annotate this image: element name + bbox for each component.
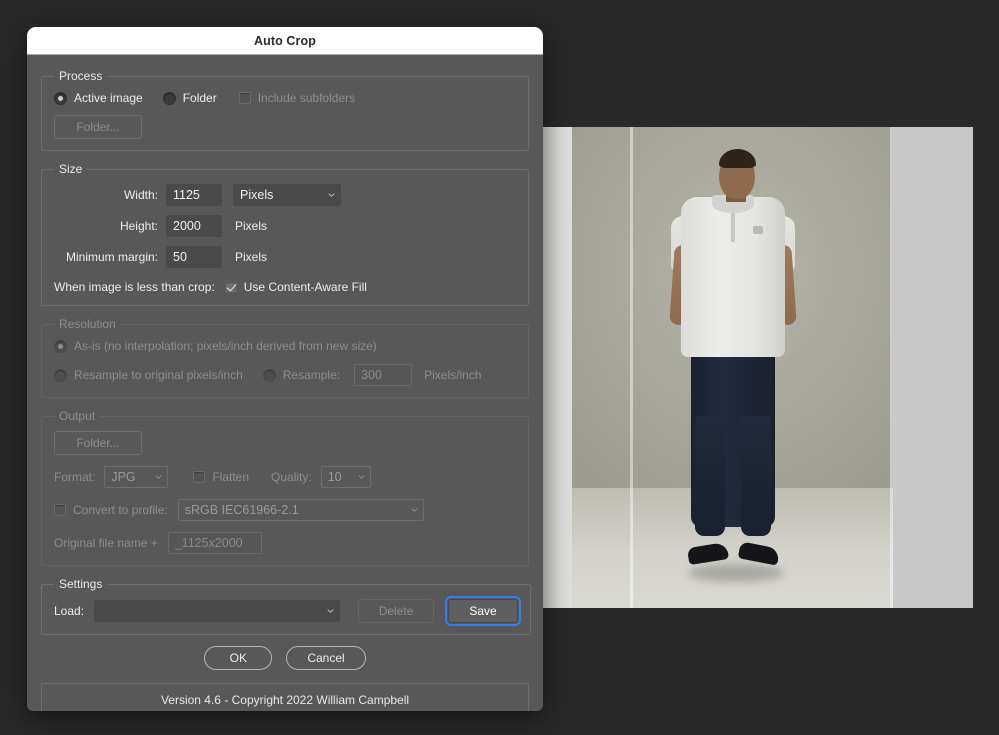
height-input[interactable] <box>166 215 222 237</box>
resolution-group: Resolution As-is (no interpolation; pixe… <box>41 317 529 398</box>
photoshop-workspace: Auto Crop Process Active image Folder In… <box>0 0 999 735</box>
format-select[interactable]: JPG <box>104 466 169 488</box>
ok-button[interactable]: OK <box>204 646 273 670</box>
version-footer: Version 4.6 - Copyright 2022 William Cam… <box>41 683 529 711</box>
canvas-right-fill-band <box>893 127 973 608</box>
output-folder-button[interactable]: Folder... <box>54 431 142 455</box>
settings-group: Settings Load: Delete Save <box>41 577 532 635</box>
radio-resolution-as-is-label: As-is (no interpolation; pixels/inch der… <box>74 339 377 353</box>
load-select[interactable] <box>94 600 341 622</box>
settings-legend: Settings <box>59 577 103 591</box>
when-less-than-crop-label: When image is less than crop: <box>54 280 215 294</box>
checkbox-flatten-label: Flatten <box>212 470 250 484</box>
resolution-legend: Resolution <box>59 317 116 331</box>
load-select-wrap[interactable] <box>94 600 341 622</box>
dialog-title: Auto Crop <box>254 33 316 48</box>
dialog-body: Process Active image Folder Include subf… <box>27 55 543 711</box>
checkbox-include-subfolders-mark <box>238 92 251 104</box>
cancel-button[interactable]: Cancel <box>286 646 366 670</box>
size-group: Size Width: Pixels Height: <box>41 162 529 306</box>
format-label: Format: <box>54 470 96 484</box>
checkbox-include-subfolders-label: Include subfolders <box>257 91 356 105</box>
radio-resolution-as-is[interactable]: As-is (no interpolation; pixels/inch der… <box>54 339 377 353</box>
original-file-name-label: Original file name + <box>54 536 158 550</box>
save-settings-button[interactable]: Save <box>445 596 522 626</box>
output-legend: Output <box>59 409 96 423</box>
radio-resample-label: Resample: <box>282 368 341 382</box>
process-folder-button[interactable]: Folder... <box>54 115 142 139</box>
checkbox-flatten[interactable]: Flatten <box>193 470 249 484</box>
auto-crop-dialog: Auto Crop Process Active image Folder In… <box>27 27 543 711</box>
size-height-row: Height: Pixels <box>54 215 516 237</box>
checkbox-content-aware-fill-label: Use Content-Aware Fill <box>243 280 367 294</box>
radio-folder[interactable]: Folder <box>162 91 217 105</box>
minimum-margin-input[interactable] <box>166 246 222 268</box>
canvas-left-fill-band <box>543 127 572 608</box>
checkbox-content-aware-fill[interactable]: Use Content-Aware Fill <box>224 280 367 294</box>
height-label: Height: <box>119 219 158 233</box>
process-folder-row: Folder... <box>54 115 516 139</box>
minimum-margin-unit-label: Pixels <box>235 250 268 264</box>
canvas-seam-left <box>630 127 633 608</box>
radio-resolution-as-is-mark <box>54 339 67 353</box>
size-margin-row: Minimum margin: Pixels <box>54 246 516 268</box>
resample-unit-label: Pixels/inch <box>424 368 482 382</box>
photoshop-document-canvas[interactable] <box>543 127 973 608</box>
profile-select-wrap[interactable]: sRGB IEC61966-2.1 <box>177 499 424 521</box>
checkbox-convert-to-profile-label: Convert to profile: <box>73 503 168 517</box>
quality-select[interactable]: 10 <box>320 466 371 488</box>
output-filename-row: Original file name + <box>54 532 516 554</box>
output-folder-row: Folder... <box>54 431 516 455</box>
canvas-photo-image <box>572 127 893 608</box>
size-legend: Size <box>59 162 83 176</box>
output-group: Output Folder... Format: JPG Flatten Qua… <box>41 409 529 566</box>
size-width-row: Width: Pixels <box>54 184 516 206</box>
radio-active-image-label: Active image <box>74 91 143 105</box>
width-unit-select[interactable]: Pixels <box>233 184 341 206</box>
resolution-resample-row: Resample to original pixels/inch Resampl… <box>54 364 516 386</box>
photo-model-figure <box>572 127 893 608</box>
output-format-row: Format: JPG Flatten Quality: 10 <box>54 466 516 488</box>
profile-select[interactable]: sRGB IEC61966-2.1 <box>177 499 424 521</box>
dialog-titlebar[interactable]: Auto Crop <box>27 27 543 55</box>
radio-active-image-mark <box>54 91 67 105</box>
process-group: Process Active image Folder Include subf… <box>41 69 529 151</box>
radio-resample-original-mark <box>54 368 67 382</box>
width-label: Width: <box>123 188 158 202</box>
dialog-actions: OK Cancel <box>41 646 529 670</box>
radio-resample-mark <box>262 368 276 382</box>
process-options-row: Active image Folder Include subfolders <box>54 91 516 105</box>
radio-folder-label: Folder <box>182 91 217 105</box>
output-profile-row: Convert to profile: sRGB IEC61966-2.1 <box>54 499 516 521</box>
radio-active-image[interactable]: Active image <box>54 91 143 105</box>
format-select-wrap[interactable]: JPG <box>104 466 169 488</box>
radio-resample-original-label: Resample to original pixels/inch <box>74 368 243 382</box>
quality-select-wrap[interactable]: 10 <box>320 466 371 488</box>
settings-load-row: Load: Delete Save <box>54 596 522 626</box>
quality-label: Quality: <box>271 470 312 484</box>
checkbox-convert-to-profile[interactable]: Convert to profile: <box>54 503 168 517</box>
load-label: Load: <box>54 604 85 618</box>
minimum-margin-label: Minimum margin: <box>65 250 158 264</box>
delete-settings-button[interactable]: Delete <box>358 599 435 623</box>
process-legend: Process <box>59 69 103 83</box>
filename-suffix-input[interactable] <box>167 532 262 554</box>
size-contentaware-row: When image is less than crop: Use Conten… <box>54 280 516 294</box>
checkbox-convert-to-profile-mark <box>54 504 66 516</box>
checkbox-flatten-mark <box>193 471 206 483</box>
resolution-asis-row: As-is (no interpolation; pixels/inch der… <box>54 339 516 353</box>
resample-value-input[interactable] <box>354 364 413 386</box>
radio-resample-original[interactable]: Resample to original pixels/inch <box>54 368 243 382</box>
checkbox-content-aware-fill-mark <box>224 281 237 293</box>
checkbox-include-subfolders[interactable]: Include subfolders <box>238 91 356 105</box>
radio-folder-mark <box>162 91 176 105</box>
width-input[interactable] <box>166 184 222 206</box>
height-unit-label: Pixels <box>235 219 268 233</box>
width-unit-select-wrap[interactable]: Pixels <box>233 184 341 206</box>
radio-resample[interactable]: Resample: <box>262 368 341 382</box>
